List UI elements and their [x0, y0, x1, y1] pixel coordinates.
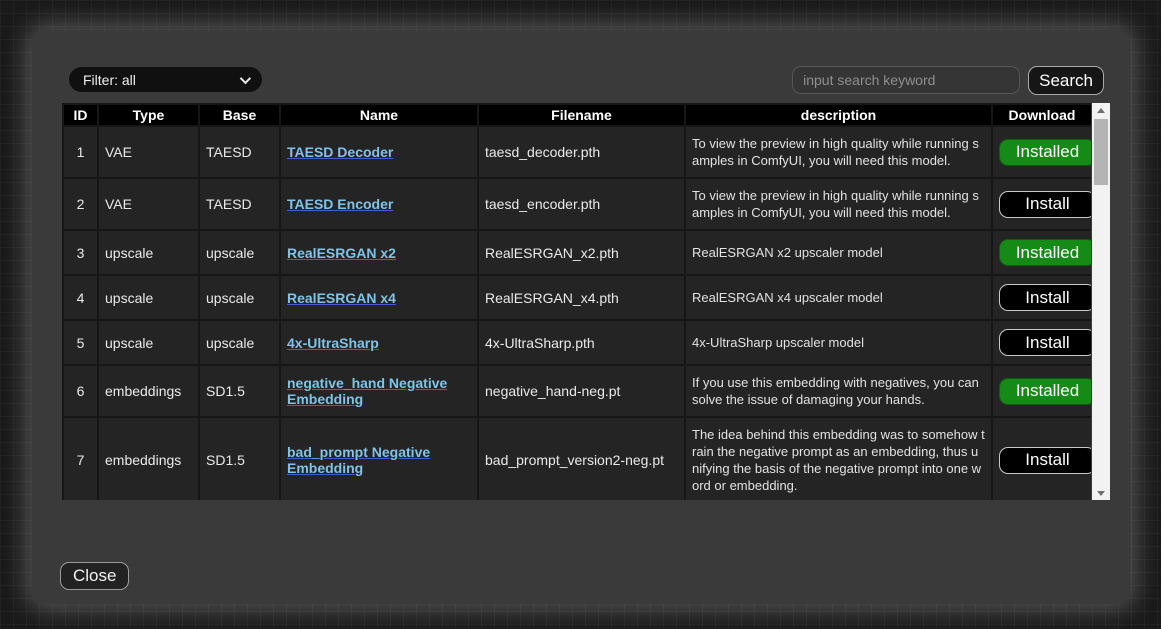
vertical-scrollbar[interactable] — [1092, 103, 1110, 500]
cell-download: Install — [992, 320, 1091, 365]
filter-dropdown-label: Filter: all — [83, 72, 136, 88]
model-name-link[interactable]: TAESD Decoder — [287, 144, 393, 160]
cell-description: To view the preview in high quality whil… — [685, 178, 992, 230]
toolbar: Filter: all Search — [62, 66, 1104, 96]
model-name-link[interactable]: TAESD Encoder — [287, 196, 393, 212]
cell-download: Installed — [992, 365, 1091, 417]
cell-description: 4x-UltraSharp upscaler model — [685, 320, 992, 365]
cell-description: To view the preview in high quality whil… — [685, 126, 992, 178]
install-button[interactable]: Install — [999, 447, 1091, 474]
model-name-link[interactable]: negative_hand Negative Embedding — [287, 375, 447, 407]
model-name-link[interactable]: 4x-UltraSharp — [287, 335, 379, 351]
cell-name: negative_hand Negative Embedding — [280, 365, 478, 417]
cell-id: 7 — [63, 417, 98, 500]
cell-name: RealESRGAN x4 — [280, 275, 478, 320]
cell-filename: RealESRGAN_x2.pth — [478, 230, 685, 275]
table-row: 1VAETAESD TAESD Decoder taesd_decoder.pthT… — [63, 126, 1091, 178]
model-name-link[interactable]: bad_prompt Negative Embedding — [287, 444, 430, 476]
table-row: 4upscaleupscaleRealESRGAN x4RealESRGAN_x… — [63, 275, 1091, 320]
scroll-up-arrow-icon[interactable] — [1092, 103, 1110, 117]
cell-id: 4 — [63, 275, 98, 320]
model-name-link[interactable]: RealESRGAN x4 — [287, 290, 396, 306]
cell-download: Install — [992, 178, 1091, 230]
cell-base: SD1.5 — [199, 365, 280, 417]
cell-name: bad_prompt Negative Embedding — [280, 417, 478, 500]
cell-type: VAE — [98, 178, 199, 230]
cell-name: 4x-UltraSharp — [280, 320, 478, 365]
header-description: description — [685, 104, 992, 126]
install-button[interactable]: Install — [999, 191, 1091, 218]
header-type: Type — [98, 104, 199, 126]
cell-base: SD1.5 — [199, 417, 280, 500]
search-button[interactable]: Search — [1028, 66, 1104, 95]
table-row: 6embeddingsSD1.5negative_hand Negative E… — [63, 365, 1091, 417]
table-row: 2VAETAESD TAESD Encoder taesd_encoder.pthT… — [63, 178, 1091, 230]
cell-id: 1 — [63, 126, 98, 178]
cell-filename: RealESRGAN_x4.pth — [478, 275, 685, 320]
header-id: ID — [63, 104, 98, 126]
table-row: 5upscaleupscale4x-UltraSharp4x-UltraShar… — [63, 320, 1091, 365]
search-group: Search — [792, 66, 1104, 95]
cell-filename: negative_hand-neg.pt — [478, 365, 685, 417]
cell-name: TAESD Decoder — [280, 126, 478, 178]
table-header-row: ID Type Base Name Filename description D… — [63, 104, 1091, 126]
cell-type: VAE — [98, 126, 199, 178]
cell-type: upscale — [98, 275, 199, 320]
cell-base: upscale — [199, 275, 280, 320]
cell-type: embeddings — [98, 417, 199, 500]
header-filename: Filename — [478, 104, 685, 126]
models-table: ID Type Base Name Filename description D… — [62, 103, 1091, 500]
cell-base: TAESD — [199, 178, 280, 230]
cell-id: 6 — [63, 365, 98, 417]
cell-base: TAESD — [199, 126, 280, 178]
install-button[interactable]: Install — [999, 329, 1091, 356]
cell-download: Install — [992, 275, 1091, 320]
cell-download: Installed — [992, 230, 1091, 275]
cell-id: 5 — [63, 320, 98, 365]
cell-type: upscale — [98, 230, 199, 275]
cell-id: 2 — [63, 178, 98, 230]
header-base: Base — [199, 104, 280, 126]
cell-filename: taesd_encoder.pth — [478, 178, 685, 230]
install-models-dialog: Filter: all Search ID Type Base Name Fil… — [32, 30, 1130, 604]
cell-download: Install — [992, 417, 1091, 500]
installed-button[interactable]: Installed — [999, 139, 1091, 166]
header-download: Download — [992, 104, 1091, 126]
cell-name: RealESRGAN x2 — [280, 230, 478, 275]
filter-dropdown[interactable]: Filter: all — [68, 66, 263, 93]
cell-type: embeddings — [98, 365, 199, 417]
cell-description: RealESRGAN x4 upscaler model — [685, 275, 992, 320]
cell-description: RealESRGAN x2 upscaler model — [685, 230, 992, 275]
close-button[interactable]: Close — [60, 562, 129, 590]
cell-type: upscale — [98, 320, 199, 365]
cell-name: TAESD Encoder — [280, 178, 478, 230]
search-input[interactable] — [792, 66, 1020, 94]
installed-button[interactable]: Installed — [999, 378, 1091, 405]
chevron-down-icon — [240, 72, 251, 83]
header-name: Name — [280, 104, 478, 126]
cell-filename: taesd_decoder.pth — [478, 126, 685, 178]
cell-download: Installed — [992, 126, 1091, 178]
installed-button[interactable]: Installed — [999, 239, 1091, 266]
cell-description: The idea behind this embedding was to so… — [685, 417, 992, 500]
cell-filename: bad_prompt_version2-neg.pt — [478, 417, 685, 500]
table-row: 7embeddingsSD1.5bad_prompt Negative Embe… — [63, 417, 1091, 500]
install-button[interactable]: Install — [999, 284, 1091, 311]
scroll-down-arrow-icon[interactable] — [1092, 486, 1110, 500]
scrollbar-thumb[interactable] — [1094, 119, 1108, 185]
cell-description: If you use this embedding with negatives… — [685, 365, 992, 417]
cell-base: upscale — [199, 320, 280, 365]
models-table-body: 1VAETAESDTAESD Decodertaesd_decoder.pthT… — [63, 126, 1091, 500]
model-name-link[interactable]: RealESRGAN x2 — [287, 245, 396, 261]
table-row: 3upscaleupscaleRealESRGAN x2RealESRGAN_x… — [63, 230, 1091, 275]
cell-filename: 4x-UltraSharp.pth — [478, 320, 685, 365]
cell-id: 3 — [63, 230, 98, 275]
cell-base: upscale — [199, 230, 280, 275]
models-table-container: ID Type Base Name Filename description D… — [62, 103, 1091, 500]
